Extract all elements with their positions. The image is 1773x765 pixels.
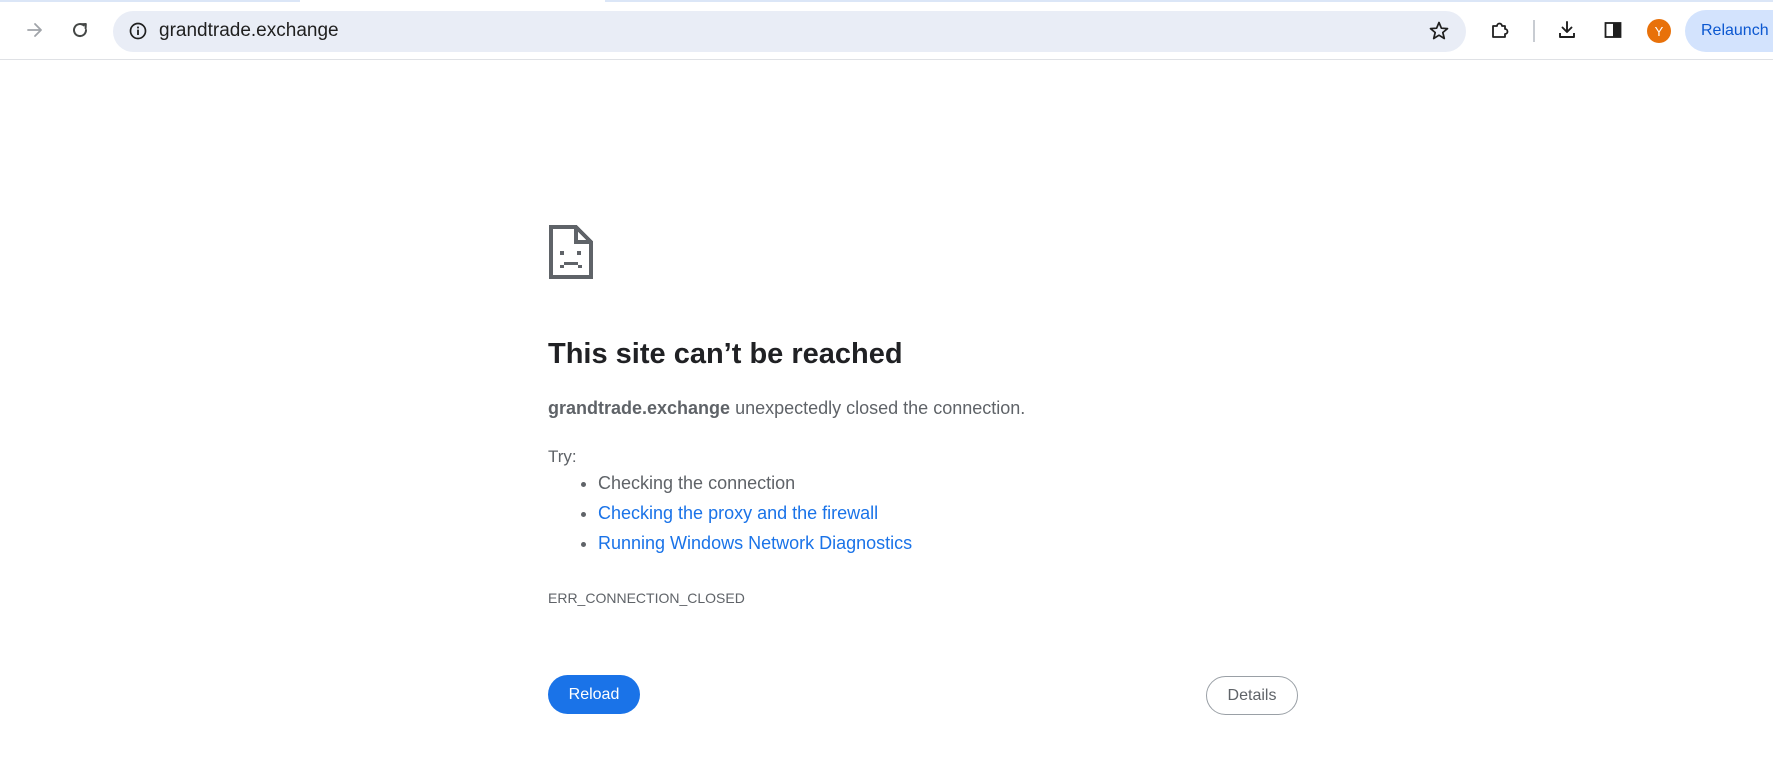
suggestion-item: Running Windows Network Diagnostics (598, 528, 912, 558)
info-icon (129, 22, 147, 40)
forward-button[interactable] (17, 12, 53, 48)
relaunch-label: Relaunch t (1701, 22, 1773, 39)
puzzle-icon (1492, 22, 1509, 38)
details-button[interactable]: Details (1206, 676, 1298, 715)
suggestions-list: Checking the connection Checking the pro… (548, 468, 912, 558)
forward-arrow-icon (27, 23, 42, 37)
extensions-button[interactable] (1482, 12, 1518, 48)
suggestion-item: Checking the proxy and the firewall (598, 498, 912, 528)
avatar-initial: Y (1654, 23, 1664, 39)
tab-strip-edge (0, 0, 300, 2)
reload-page-button[interactable] (62, 12, 98, 48)
url-input[interactable] (159, 19, 1379, 43)
error-host: grandtrade.exchange (548, 398, 731, 418)
suggestion-item: Checking the connection (598, 468, 912, 498)
error-summary: grandtrade.exchange unexpectedly closed … (548, 398, 1025, 419)
reload-icon (73, 23, 88, 38)
relaunch-button[interactable]: Relaunch t (1685, 10, 1773, 52)
side-panel-button[interactable] (1595, 12, 1631, 48)
error-code: ERR_CONNECTION_CLOSED (548, 590, 745, 606)
downloads-button[interactable] (1549, 12, 1585, 48)
error-summary-text: unexpectedly closed the connection. (730, 398, 1026, 418)
bookmark-button[interactable] (1424, 16, 1454, 46)
try-label: Try: (548, 447, 577, 466)
suggestion-proxy-firewall-link[interactable]: Checking the proxy and the firewall (598, 503, 878, 523)
suggestion-check-connection: Checking the connection (598, 473, 796, 493)
download-icon (1559, 21, 1575, 38)
address-bar[interactable] (113, 11, 1466, 52)
side-panel-icon (1604, 22, 1622, 38)
profile-avatar[interactable]: Y (1647, 19, 1671, 43)
site-info-button[interactable] (123, 16, 153, 46)
toolbar-divider (1533, 20, 1535, 42)
star-icon (1429, 21, 1449, 40)
sad-page-icon (549, 225, 593, 279)
tab-strip-edge (605, 0, 1773, 2)
browser-toolbar: Y Relaunch t (0, 0, 1773, 60)
suggestion-network-diagnostics-link[interactable]: Running Windows Network Diagnostics (598, 533, 912, 553)
reload-button[interactable]: Reload (548, 675, 640, 714)
error-title: This site can’t be reached (548, 338, 903, 370)
